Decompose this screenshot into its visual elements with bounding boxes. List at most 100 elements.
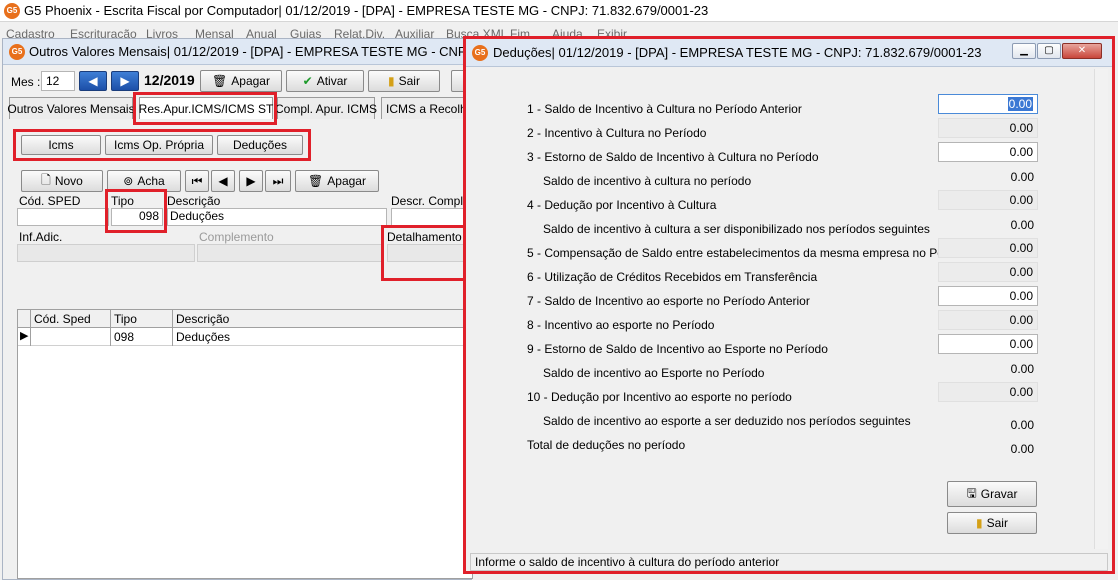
child-title-bar: G5 Outros Valores Mensais| 01/12/2019 - … [3,39,597,65]
estorno-saldo-cultura-input[interactable]: 0.00 [938,142,1038,162]
inf-adic-input[interactable] [17,244,195,262]
outros-valores-window: G5 Outros Valores Mensais| 01/12/2019 - … [2,38,597,580]
mes-label: Mes : [11,75,41,89]
descr-compl-input[interactable] [391,208,471,226]
incentivo-cultura-periodo-value: 0.00 [938,118,1038,138]
prev-record-button[interactable]: ◀ [211,170,235,192]
period-label: 12/2019 [144,72,195,88]
tab-compl-apur-icms[interactable]: Compl. Apur. ICMS [275,97,377,119]
mes-input[interactable]: 12 [41,71,75,91]
menu-guias[interactable]: Guias [290,27,321,38]
dialog-title-bar: G5 Deduções| 01/12/2019 - [DPA] - EMPRES… [466,39,1112,67]
row-label-saldo-esporte-seguintes: Saldo de incentivo ao esporte a ser dedu… [543,414,911,428]
gravar-button[interactable]: 🖫 Gravar [947,481,1037,507]
inf-adic-label: Inf.Adic. [19,230,63,244]
dialog-title: Deduções| 01/12/2019 - [DPA] - EMPRESA T… [493,45,982,60]
last-icon: ⏭ [272,173,284,188]
door-icon: ▮ [976,516,983,530]
menu-escrituracao[interactable]: Escrituração [70,27,137,38]
row-label-saldo-cultura-seguintes: Saldo de incentivo à cultura a ser dispo… [543,222,930,236]
sair-dialog-button[interactable]: ▮ Sair [947,512,1037,534]
row-label-1: 1 - Saldo de Incentivo à Cultura no Perí… [527,102,802,116]
tab-icms-a-recolher[interactable]: ICMS a Recolher [381,97,471,119]
grid-header-descricao[interactable]: Descrição [172,310,472,328]
minimize-icon[interactable]: ▁ [1012,43,1036,59]
row-pointer-icon: ▶ [20,330,29,342]
saldo-esporte-seguintes-value: 0.00 [1010,418,1034,432]
trash-icon: 🗑 [212,74,228,88]
next-icon: ▶ [246,174,256,188]
apagar-record-button[interactable]: 🗑 Apagar [295,170,379,192]
arrow-right-icon: ▶ [120,74,130,88]
cod-sped-label: Cód. SPED [19,194,81,208]
ativar-label: Ativar [316,74,348,88]
saldo-cultura-periodo-value: 0.00 [1010,170,1034,184]
apagar-top-button[interactable]: 🗑 Apagar [200,70,282,92]
grid-header-cod-sped[interactable]: Cód. Sped [30,310,110,328]
compensacao-saldo-value: 0.00 [938,238,1038,258]
saldo-esporte-periodo-value: 0.00 [1010,362,1034,376]
saldo-incentivo-cultura-anterior-input[interactable]: 0.00 [938,94,1038,114]
cod-sped-input[interactable] [17,208,109,226]
menu-relat-div[interactable]: Relat.Div. [334,27,385,38]
ativar-button[interactable]: ✔ Ativar [286,70,364,92]
tab-res-apur-icms[interactable]: Res.Apur.ICMS/ICMS ST [139,97,273,119]
sair-dialog-label: Sair [986,516,1008,530]
detalhamento-input[interactable] [387,244,469,262]
estorno-saldo-esporte-input[interactable]: 0.00 [938,334,1038,354]
next-month-button[interactable]: ▶ [111,71,139,91]
saldo-esporte-anterior-input[interactable]: 0.00 [938,286,1038,306]
subtab-deducoes[interactable]: Deduções [217,135,303,155]
saldo-cultura-seguintes-value: 0.00 [1010,218,1034,232]
row-label-4: 4 - Dedução por Incentivo à Cultura [527,198,717,212]
door-icon: ▮ [388,74,395,88]
complemento-input[interactable] [197,244,383,262]
sair-top-button[interactable]: ▮ Sair [368,70,440,92]
child-logo-icon: G5 [9,44,25,60]
new-doc-icon: 🗋 [41,172,51,187]
utilizacao-creditos-value: 0.00 [938,262,1038,282]
app-logo-icon: G5 [4,3,20,19]
prev-month-button[interactable]: ◀ [79,71,107,91]
gravar-label: Gravar [980,487,1018,501]
first-icon: ⏮ [191,173,203,188]
menu-mensal[interactable]: Mensal [195,27,234,38]
menu-cadastro[interactable]: Cadastro [6,27,55,38]
deducoes-dialog: G5 Deduções| 01/12/2019 - [DPA] - EMPRES… [463,36,1115,574]
novo-label: Novo [54,174,83,188]
row-label-total: Total de deduções no período [527,438,686,452]
save-icon: 🖫 [966,485,977,500]
app-title: G5 Phoenix - Escrita Fiscal por Computad… [24,3,709,18]
complemento-label: Complemento [199,230,274,244]
detalhamento-label: Detalhamento [387,230,462,244]
menu-anual[interactable]: Anual [246,27,277,38]
last-record-button[interactable]: ⏭ [265,170,291,192]
check-icon: ✔ [302,74,313,88]
novo-button[interactable]: 🗋 Novo [21,170,103,192]
maximize-icon[interactable]: ▢ [1037,43,1061,59]
row-label-10: 10 - Dedução por Incentivo ao esporte no… [527,390,792,404]
grid-header: Cód. Sped Tipo Descrição [18,310,474,328]
dialog-scrollbar[interactable] [1094,69,1108,549]
acha-button[interactable]: ⊚ Acha [107,170,181,192]
apagar-top-label: Apagar [231,74,270,88]
first-record-button[interactable]: ⏮ [185,170,209,192]
next-record-button[interactable]: ▶ [239,170,263,192]
app-title-bar: G5 G5 Phoenix - Escrita Fiscal por Compu… [0,0,1118,22]
tipo-input[interactable]: 098 [111,208,163,226]
table-row[interactable]: ▶ 098 Deduções [18,328,474,346]
menu-auxiliar[interactable]: Auxiliar [395,27,434,38]
tipo-label: Tipo [111,194,134,208]
descricao-input[interactable]: Deduções [167,208,387,226]
records-grid: Cód. Sped Tipo Descrição ▶ 098 Deduções [17,309,474,579]
tab-outros-valores[interactable]: Outros Valores Mensais [7,97,135,119]
grid-header-tipo[interactable]: Tipo [110,310,172,328]
deducao-cultura-value: 0.00 [938,190,1038,210]
menu-livros[interactable]: Livros [146,27,178,38]
row-label-5: 5 - Compensação de Saldo entre estabelec… [527,246,972,260]
arrow-left-icon: ◀ [88,74,98,88]
grid-cell-cod [30,328,110,346]
subtab-icms[interactable]: Icms [21,135,101,155]
close-icon[interactable]: ✕ [1062,43,1102,59]
subtab-icms-op-propria[interactable]: Icms Op. Própria [105,135,213,155]
